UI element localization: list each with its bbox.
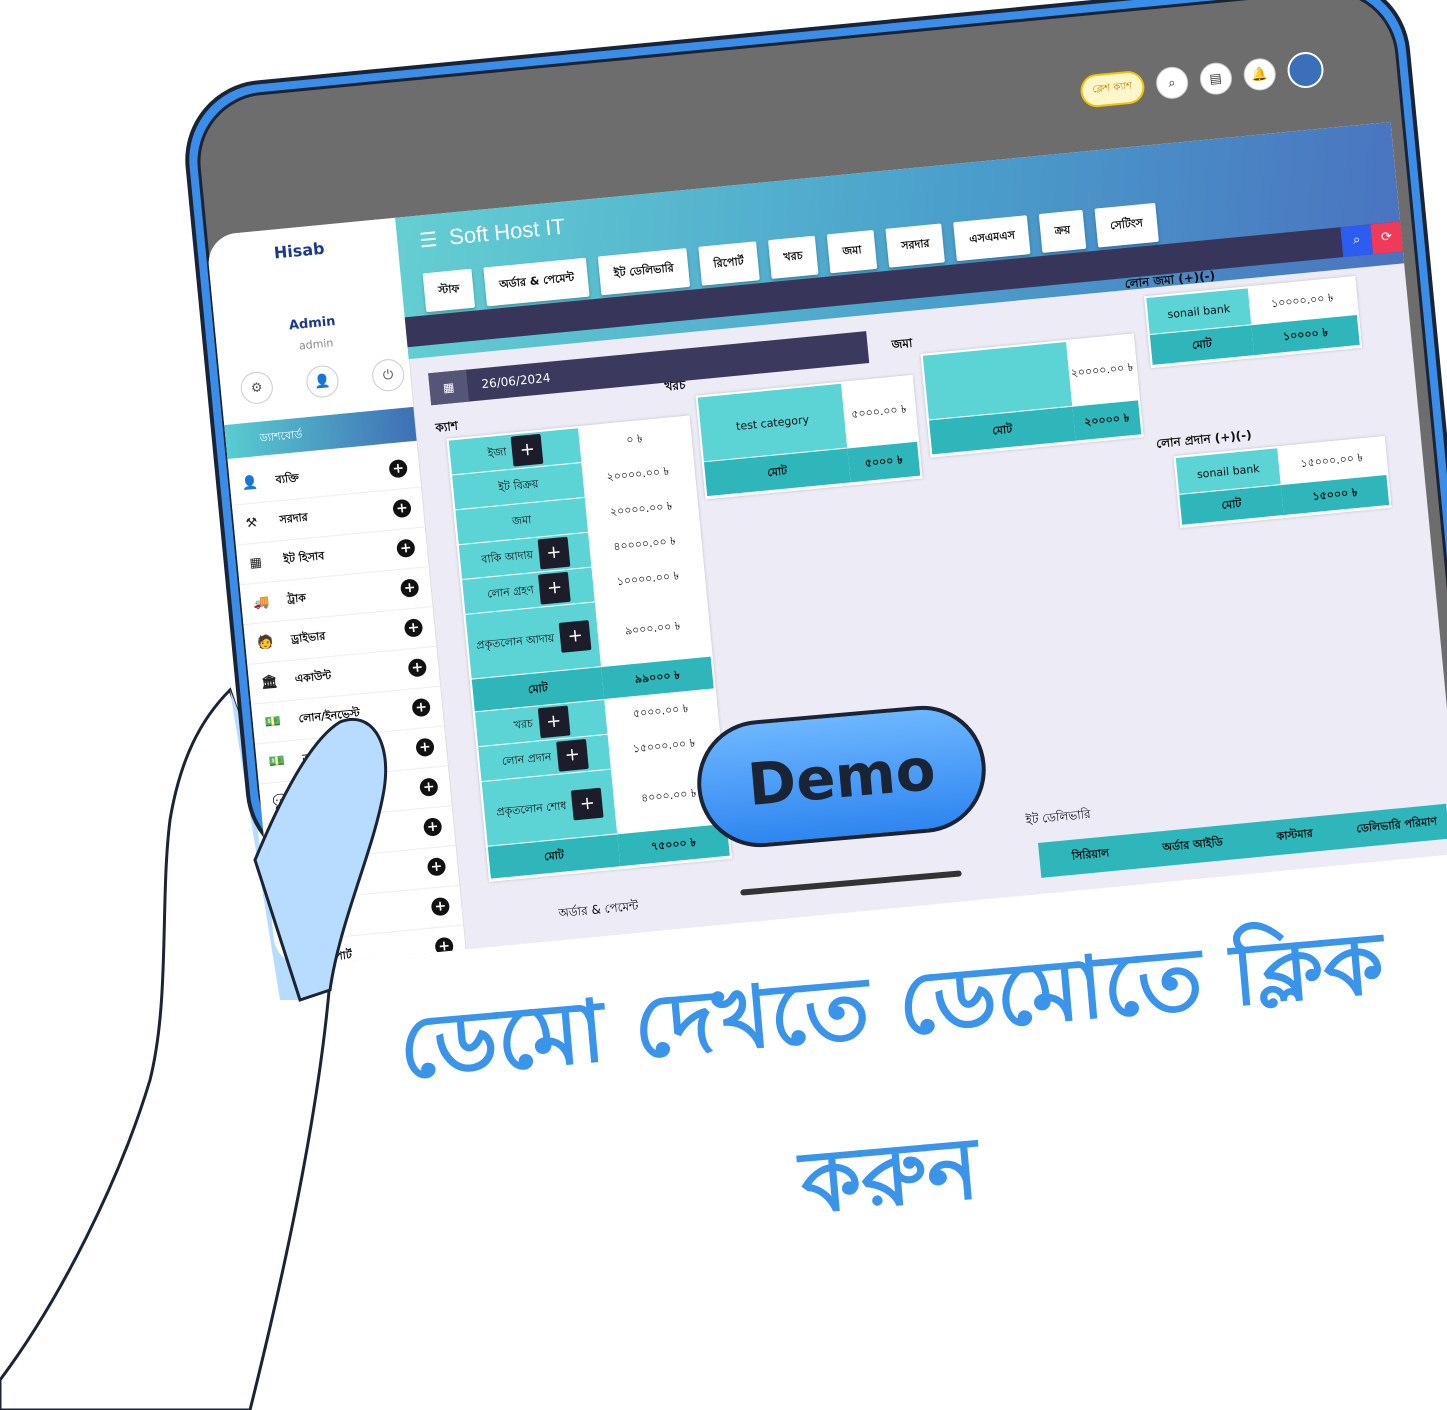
thumb-illustration bbox=[253, 717, 388, 1002]
caption-line-2: করুন bbox=[796, 1118, 983, 1234]
